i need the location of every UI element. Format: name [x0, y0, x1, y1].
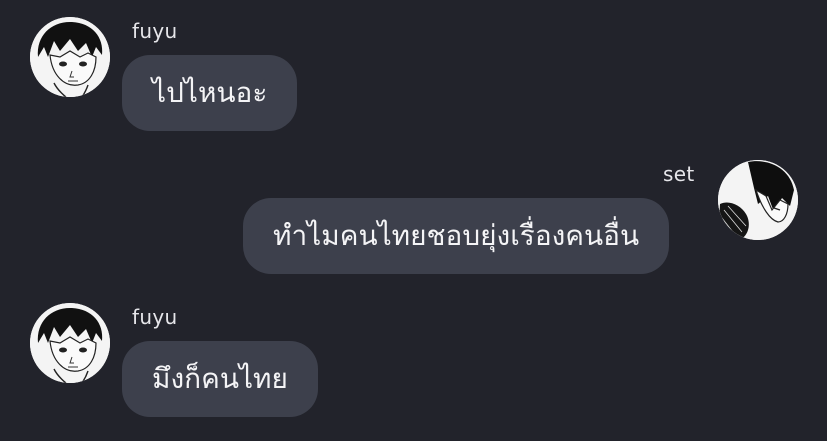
set-avatar[interactable] [718, 160, 798, 240]
message-bubble[interactable]: ทำไมคนไทยชอบยุ่งเรื่องคนอื่น [243, 198, 670, 274]
fuyu-portrait-icon [30, 17, 110, 97]
fuyu-portrait-icon [30, 303, 110, 383]
message-bubble[interactable]: ไปไหนอะ [122, 55, 298, 131]
chat-log: fuyu ไปไหนอะ set ทำไมคนไทยชอบยุ่งเรื่องค… [0, 0, 827, 441]
set-portrait-icon [718, 160, 798, 240]
message-bubble[interactable]: มึงก็คนไทย [122, 341, 318, 417]
fuyu-avatar[interactable] [30, 17, 110, 97]
sender-name: fuyu [132, 305, 178, 329]
sender-name: fuyu [132, 19, 178, 43]
fuyu-avatar[interactable] [30, 303, 110, 383]
sender-name: set [663, 162, 695, 186]
